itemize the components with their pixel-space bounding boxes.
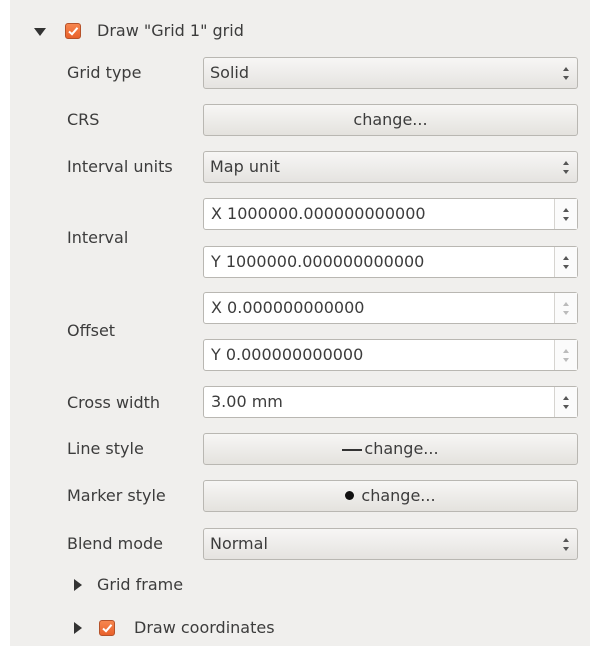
spin-arrows-icon[interactable] bbox=[554, 387, 577, 417]
blend-mode-label: Blend mode bbox=[67, 534, 164, 553]
draw-coordinates-checkbox[interactable] bbox=[99, 620, 115, 636]
grid-frame-expand-icon[interactable] bbox=[74, 579, 82, 591]
checkmark-icon bbox=[102, 624, 113, 633]
interval-units-label: Interval units bbox=[67, 157, 173, 176]
blend-mode-value: Normal bbox=[210, 534, 268, 553]
combo-arrows-icon bbox=[555, 58, 577, 88]
cross-width-label: Cross width bbox=[67, 393, 161, 412]
interval-x-value: X 1000000.000000000000 bbox=[211, 204, 426, 223]
crs-label: CRS bbox=[67, 110, 100, 129]
combo-arrows-icon bbox=[555, 529, 577, 559]
draw-coordinates-title: Draw coordinates bbox=[134, 618, 275, 637]
grid-settings-panel: Draw "Grid 1" grid Grid type Solid CRS c… bbox=[10, 0, 590, 646]
offset-x-spinbox[interactable]: X 0.000000000000 bbox=[203, 292, 578, 324]
grid-type-value: Solid bbox=[210, 63, 249, 82]
draw-coordinates-expand-icon[interactable] bbox=[74, 622, 82, 634]
checkmark-icon bbox=[68, 27, 79, 36]
spin-arrows-icon[interactable] bbox=[554, 293, 577, 323]
spin-arrows-icon[interactable] bbox=[554, 340, 577, 370]
interval-label: Interval bbox=[67, 228, 129, 247]
grid-type-label: Grid type bbox=[67, 63, 142, 82]
marker-style-button-label: change... bbox=[361, 486, 436, 505]
group-title: Draw "Grid 1" grid bbox=[97, 21, 244, 40]
grid-type-combobox[interactable]: Solid bbox=[203, 57, 578, 89]
spin-arrows-icon[interactable] bbox=[554, 247, 577, 277]
interval-y-spinbox[interactable]: Y 1000000.000000000000 bbox=[203, 246, 578, 278]
offset-label: Offset bbox=[67, 321, 116, 340]
interval-y-value: Y 1000000.000000000000 bbox=[211, 252, 425, 271]
cross-width-spinbox[interactable]: 3.00 mm bbox=[203, 386, 578, 418]
offset-x-value: X 0.000000000000 bbox=[211, 298, 365, 317]
line-style-change-button[interactable]: change... bbox=[203, 433, 578, 465]
interval-x-spinbox[interactable]: X 1000000.000000000000 bbox=[203, 198, 578, 230]
offset-y-spinbox[interactable]: Y 0.000000000000 bbox=[203, 339, 578, 371]
marker-dot-icon bbox=[345, 491, 355, 500]
grid-frame-title[interactable]: Grid frame bbox=[97, 574, 183, 596]
marker-style-change-button[interactable]: change... bbox=[203, 480, 578, 512]
interval-units-combobox[interactable]: Map unit bbox=[203, 151, 578, 183]
marker-style-label: Marker style bbox=[67, 486, 166, 505]
offset-y-value: Y 0.000000000000 bbox=[211, 345, 364, 364]
crs-change-button-label: change... bbox=[353, 110, 428, 129]
line-symbol-icon bbox=[342, 448, 363, 451]
line-style-button-label: change... bbox=[364, 439, 439, 458]
blend-mode-combobox[interactable]: Normal bbox=[203, 528, 578, 560]
line-style-label: Line style bbox=[67, 439, 144, 458]
cross-width-value: 3.00 mm bbox=[211, 392, 283, 411]
spin-arrows-icon[interactable] bbox=[554, 199, 577, 229]
draw-grid-checkbox[interactable] bbox=[65, 23, 81, 39]
interval-units-value: Map unit bbox=[210, 157, 280, 176]
crs-change-button[interactable]: change... bbox=[203, 104, 578, 136]
expand-triangle-icon[interactable] bbox=[34, 28, 46, 36]
combo-arrows-icon bbox=[555, 152, 577, 182]
